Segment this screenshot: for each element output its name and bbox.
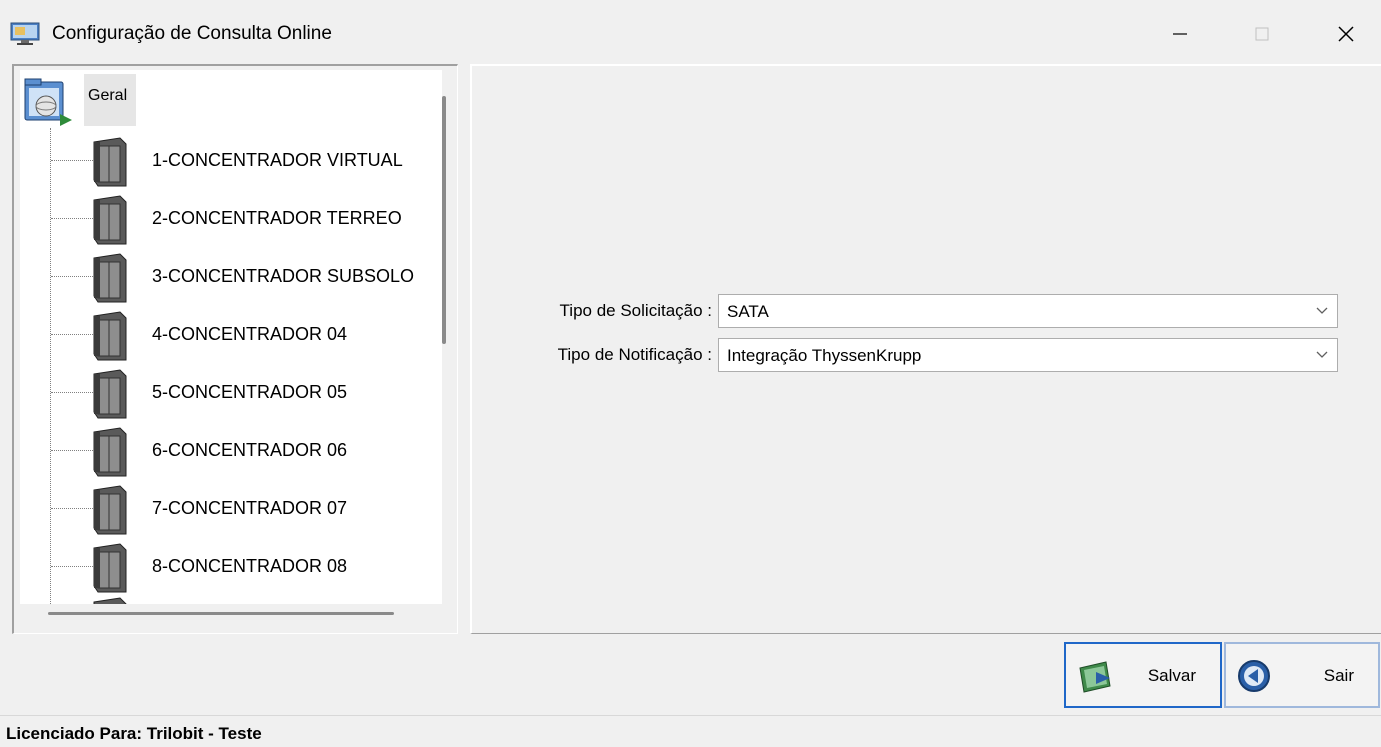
- server-icon: [80, 134, 132, 188]
- tree-item[interactable]: 1-CONCENTRADOR VIRTUAL: [20, 132, 442, 190]
- server-icon: [80, 594, 132, 604]
- title-bar[interactable]: Configuração de Consulta Online: [0, 0, 1381, 62]
- server-icon: [80, 540, 132, 594]
- save-icon: [1076, 658, 1114, 694]
- tree-panel: Geral 1-CONCENTRADOR VIRTUAL 2-CONCENTRA…: [12, 64, 458, 634]
- server-icon: [80, 192, 132, 246]
- license-status: Licenciado Para: Trilobit - Teste: [6, 724, 262, 743]
- server-icon: [80, 482, 132, 536]
- close-button[interactable]: [1324, 14, 1368, 54]
- close-icon: [1338, 26, 1354, 42]
- chevron-down-icon: [1316, 307, 1328, 314]
- tree-item[interactable]: 8-CONCENTRADOR 08: [20, 538, 442, 596]
- status-bar: Licenciado Para: Trilobit - Teste: [0, 715, 1381, 747]
- tree-item-label: 3-CONCENTRADOR SUBSOLO: [152, 266, 415, 286]
- save-button[interactable]: Salvar: [1064, 642, 1222, 708]
- tree-item-partial[interactable]: [20, 592, 442, 604]
- network-folder-icon: [22, 74, 74, 128]
- server-icon: [80, 308, 132, 362]
- minimize-icon: [1173, 33, 1187, 35]
- tree-item-label: 1-CONCENTRADOR VIRTUAL: [152, 150, 403, 170]
- tree-item[interactable]: 5-CONCENTRADOR 05: [20, 364, 442, 422]
- tree-item[interactable]: 7-CONCENTRADOR 07: [20, 480, 442, 538]
- exit-icon: [1236, 658, 1274, 694]
- notification-type-select[interactable]: Integração ThyssenKrupp: [718, 338, 1338, 372]
- concentrator-tree[interactable]: Geral 1-CONCENTRADOR VIRTUAL 2-CONCENTRA…: [20, 70, 442, 604]
- tree-item-label: 2-CONCENTRADOR TERREO: [152, 208, 402, 228]
- tree-root-label: Geral: [84, 74, 136, 126]
- notification-type-label: Tipo de Notificação :: [557, 345, 712, 364]
- window-title: Configuração de Consulta Online: [52, 23, 332, 44]
- maximize-button[interactable]: [1240, 14, 1284, 54]
- notification-type-value: Integração ThyssenKrupp: [727, 346, 922, 365]
- app-icon: [10, 22, 40, 46]
- save-button-label: Salvar: [1147, 666, 1196, 685]
- minimize-button[interactable]: [1158, 14, 1202, 54]
- chevron-down-icon: [1316, 351, 1328, 358]
- server-icon: [80, 424, 132, 478]
- tree-item[interactable]: 4-CONCENTRADOR 04: [20, 306, 442, 364]
- tree-item[interactable]: 2-CONCENTRADOR TERREO: [20, 190, 442, 248]
- maximize-icon: [1255, 27, 1269, 41]
- tree-item-label: 8-CONCENTRADOR 08: [152, 556, 348, 576]
- tree-item-label: 7-CONCENTRADOR 07: [152, 498, 348, 518]
- tree-item-label: 5-CONCENTRADOR 05: [152, 382, 348, 402]
- exit-button[interactable]: Sair: [1224, 642, 1380, 708]
- exit-button-label: Sair: [1323, 666, 1354, 685]
- tree-item-label: 6-CONCENTRADOR 06: [152, 440, 348, 460]
- tree-item[interactable]: 6-CONCENTRADOR 06: [20, 422, 442, 480]
- horizontal-scrollbar[interactable]: [48, 612, 394, 615]
- tree-item-label: 4-CONCENTRADOR 04: [152, 324, 348, 344]
- request-type-value: SATA: [727, 302, 769, 321]
- server-icon: [80, 366, 132, 420]
- tree-item[interactable]: 3-CONCENTRADOR SUBSOLO: [20, 248, 442, 306]
- request-type-select[interactable]: SATA: [718, 294, 1338, 328]
- vertical-scrollbar[interactable]: [442, 96, 446, 344]
- request-type-label: Tipo de Solicitação :: [559, 301, 712, 320]
- server-icon: [80, 250, 132, 304]
